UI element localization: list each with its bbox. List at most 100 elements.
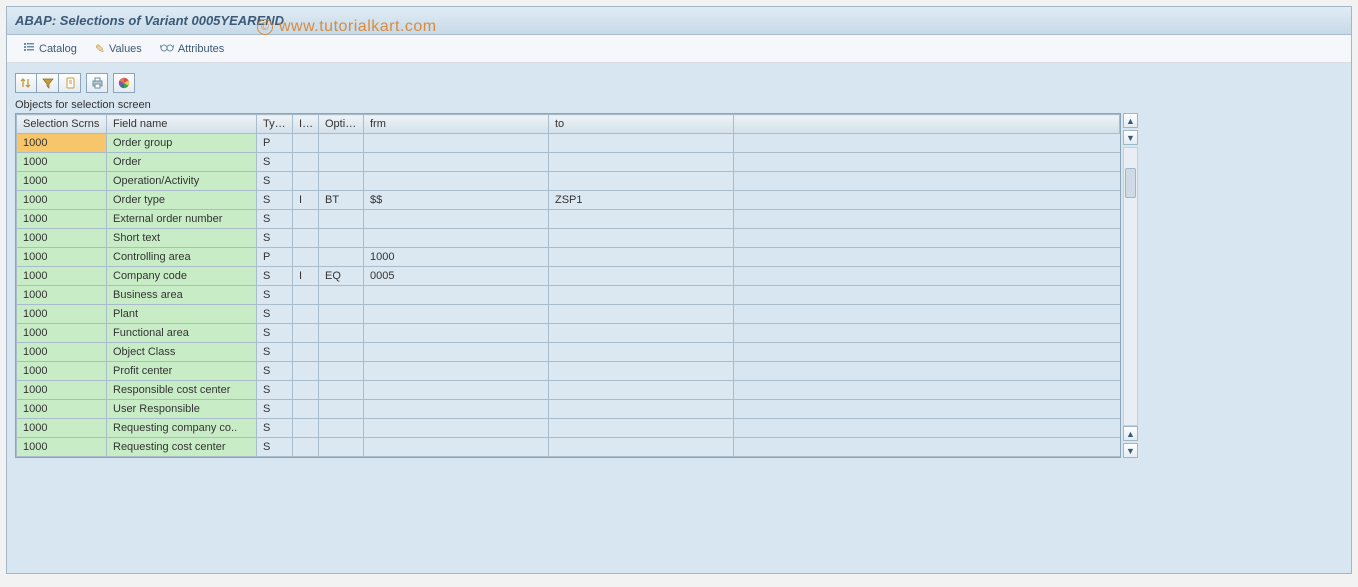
type-cell[interactable]: S [257,210,293,229]
selection-scrn-cell[interactable]: 1000 [17,381,107,400]
type-cell[interactable]: S [257,419,293,438]
option-cell[interactable] [319,419,364,438]
to-cell[interactable]: ZSP1 [549,191,734,210]
selection-scrn-cell[interactable]: 1000 [17,153,107,172]
col-header-to[interactable]: to [549,115,734,134]
ie-cell[interactable] [293,305,319,324]
scroll-track[interactable] [1123,147,1138,426]
ie-cell[interactable] [293,400,319,419]
field-name-cell[interactable]: Controlling area [107,248,257,267]
selection-scrn-cell[interactable]: 1000 [17,191,107,210]
table-row[interactable]: 1000Short textS [17,229,1120,248]
selection-scrn-cell[interactable]: 1000 [17,172,107,191]
toolbar-values[interactable]: Values [95,42,142,56]
table-row[interactable]: 1000OrderS [17,153,1120,172]
toolbar-catalog[interactable]: Catalog [23,41,77,56]
frm-cell[interactable] [364,134,549,153]
type-cell[interactable]: S [257,343,293,362]
to-cell[interactable] [549,438,734,457]
ie-cell[interactable]: I [293,191,319,210]
option-cell[interactable] [319,343,364,362]
table-row[interactable]: 1000PlantS [17,305,1120,324]
selection-scrn-cell[interactable]: 1000 [17,305,107,324]
col-header-ie[interactable]: I/E [293,115,319,134]
type-cell[interactable]: P [257,248,293,267]
to-cell[interactable] [549,343,734,362]
type-cell[interactable]: S [257,286,293,305]
selection-scrn-cell[interactable]: 1000 [17,134,107,153]
selection-scrn-cell[interactable]: 1000 [17,362,107,381]
selection-scrn-cell[interactable]: 1000 [17,248,107,267]
field-name-cell[interactable]: Plant [107,305,257,324]
field-name-cell[interactable]: Object Class [107,343,257,362]
frm-cell[interactable] [364,286,549,305]
to-cell[interactable] [549,172,734,191]
option-cell[interactable] [319,324,364,343]
table-row[interactable]: 1000Operation/ActivityS [17,172,1120,191]
to-cell[interactable] [549,248,734,267]
option-cell[interactable] [319,134,364,153]
option-cell[interactable] [319,438,364,457]
type-cell[interactable]: S [257,438,293,457]
type-cell[interactable]: S [257,229,293,248]
ie-cell[interactable] [293,438,319,457]
selection-scrn-cell[interactable]: 1000 [17,438,107,457]
field-name-cell[interactable]: Order [107,153,257,172]
field-name-cell[interactable]: Requesting company co.. [107,419,257,438]
to-cell[interactable] [549,286,734,305]
frm-cell[interactable] [364,400,549,419]
ie-cell[interactable] [293,381,319,400]
selection-scrn-cell[interactable]: 1000 [17,324,107,343]
table-row[interactable]: 1000Order typeSIBT$$ZSP1 [17,191,1120,210]
type-cell[interactable]: P [257,134,293,153]
option-cell[interactable] [319,248,364,267]
to-cell[interactable] [549,153,734,172]
frm-cell[interactable] [364,438,549,457]
table-row[interactable]: 1000Business areaS [17,286,1120,305]
table-row[interactable]: 1000Object ClassS [17,343,1120,362]
option-cell[interactable] [319,400,364,419]
to-cell[interactable] [549,362,734,381]
field-name-cell[interactable]: Short text [107,229,257,248]
table-row[interactable]: 1000Requesting cost centerS [17,438,1120,457]
selection-scrn-cell[interactable]: 1000 [17,229,107,248]
col-header-field[interactable]: Field name [107,115,257,134]
table-row[interactable]: 1000External order numberS [17,210,1120,229]
ie-cell[interactable] [293,343,319,362]
scroll-up-button[interactable]: ▲ [1123,113,1138,128]
frm-cell[interactable] [364,324,549,343]
type-cell[interactable]: S [257,381,293,400]
type-cell[interactable]: S [257,267,293,286]
to-cell[interactable] [549,400,734,419]
table-row[interactable]: 1000Responsible cost centerS [17,381,1120,400]
table-row[interactable]: 1000Profit centerS [17,362,1120,381]
frm-cell[interactable] [364,229,549,248]
field-name-cell[interactable]: Business area [107,286,257,305]
field-name-cell[interactable]: Responsible cost center [107,381,257,400]
scroll-down-step-button[interactable]: ▼ [1123,130,1138,145]
frm-cell[interactable]: 0005 [364,267,549,286]
option-cell[interactable] [319,305,364,324]
to-cell[interactable] [549,381,734,400]
option-cell[interactable] [319,229,364,248]
to-cell[interactable] [549,134,734,153]
option-cell[interactable] [319,362,364,381]
scroll-up-page-button[interactable]: ▲ [1123,426,1138,441]
ie-cell[interactable] [293,153,319,172]
ie-cell[interactable] [293,324,319,343]
option-cell[interactable]: EQ [319,267,364,286]
col-header-option[interactable]: Option [319,115,364,134]
ie-cell[interactable] [293,229,319,248]
color-button[interactable] [113,73,135,93]
selection-scrn-cell[interactable]: 1000 [17,419,107,438]
table-row[interactable]: 1000Requesting company co..S [17,419,1120,438]
field-name-cell[interactable]: Functional area [107,324,257,343]
scroll-down-button[interactable]: ▼ [1123,443,1138,458]
type-cell[interactable]: S [257,400,293,419]
field-name-cell[interactable]: Operation/Activity [107,172,257,191]
frm-cell[interactable]: 1000 [364,248,549,267]
option-cell[interactable] [319,210,364,229]
table-row[interactable]: 1000User ResponsibleS [17,400,1120,419]
type-cell[interactable]: S [257,324,293,343]
option-cell[interactable] [319,381,364,400]
